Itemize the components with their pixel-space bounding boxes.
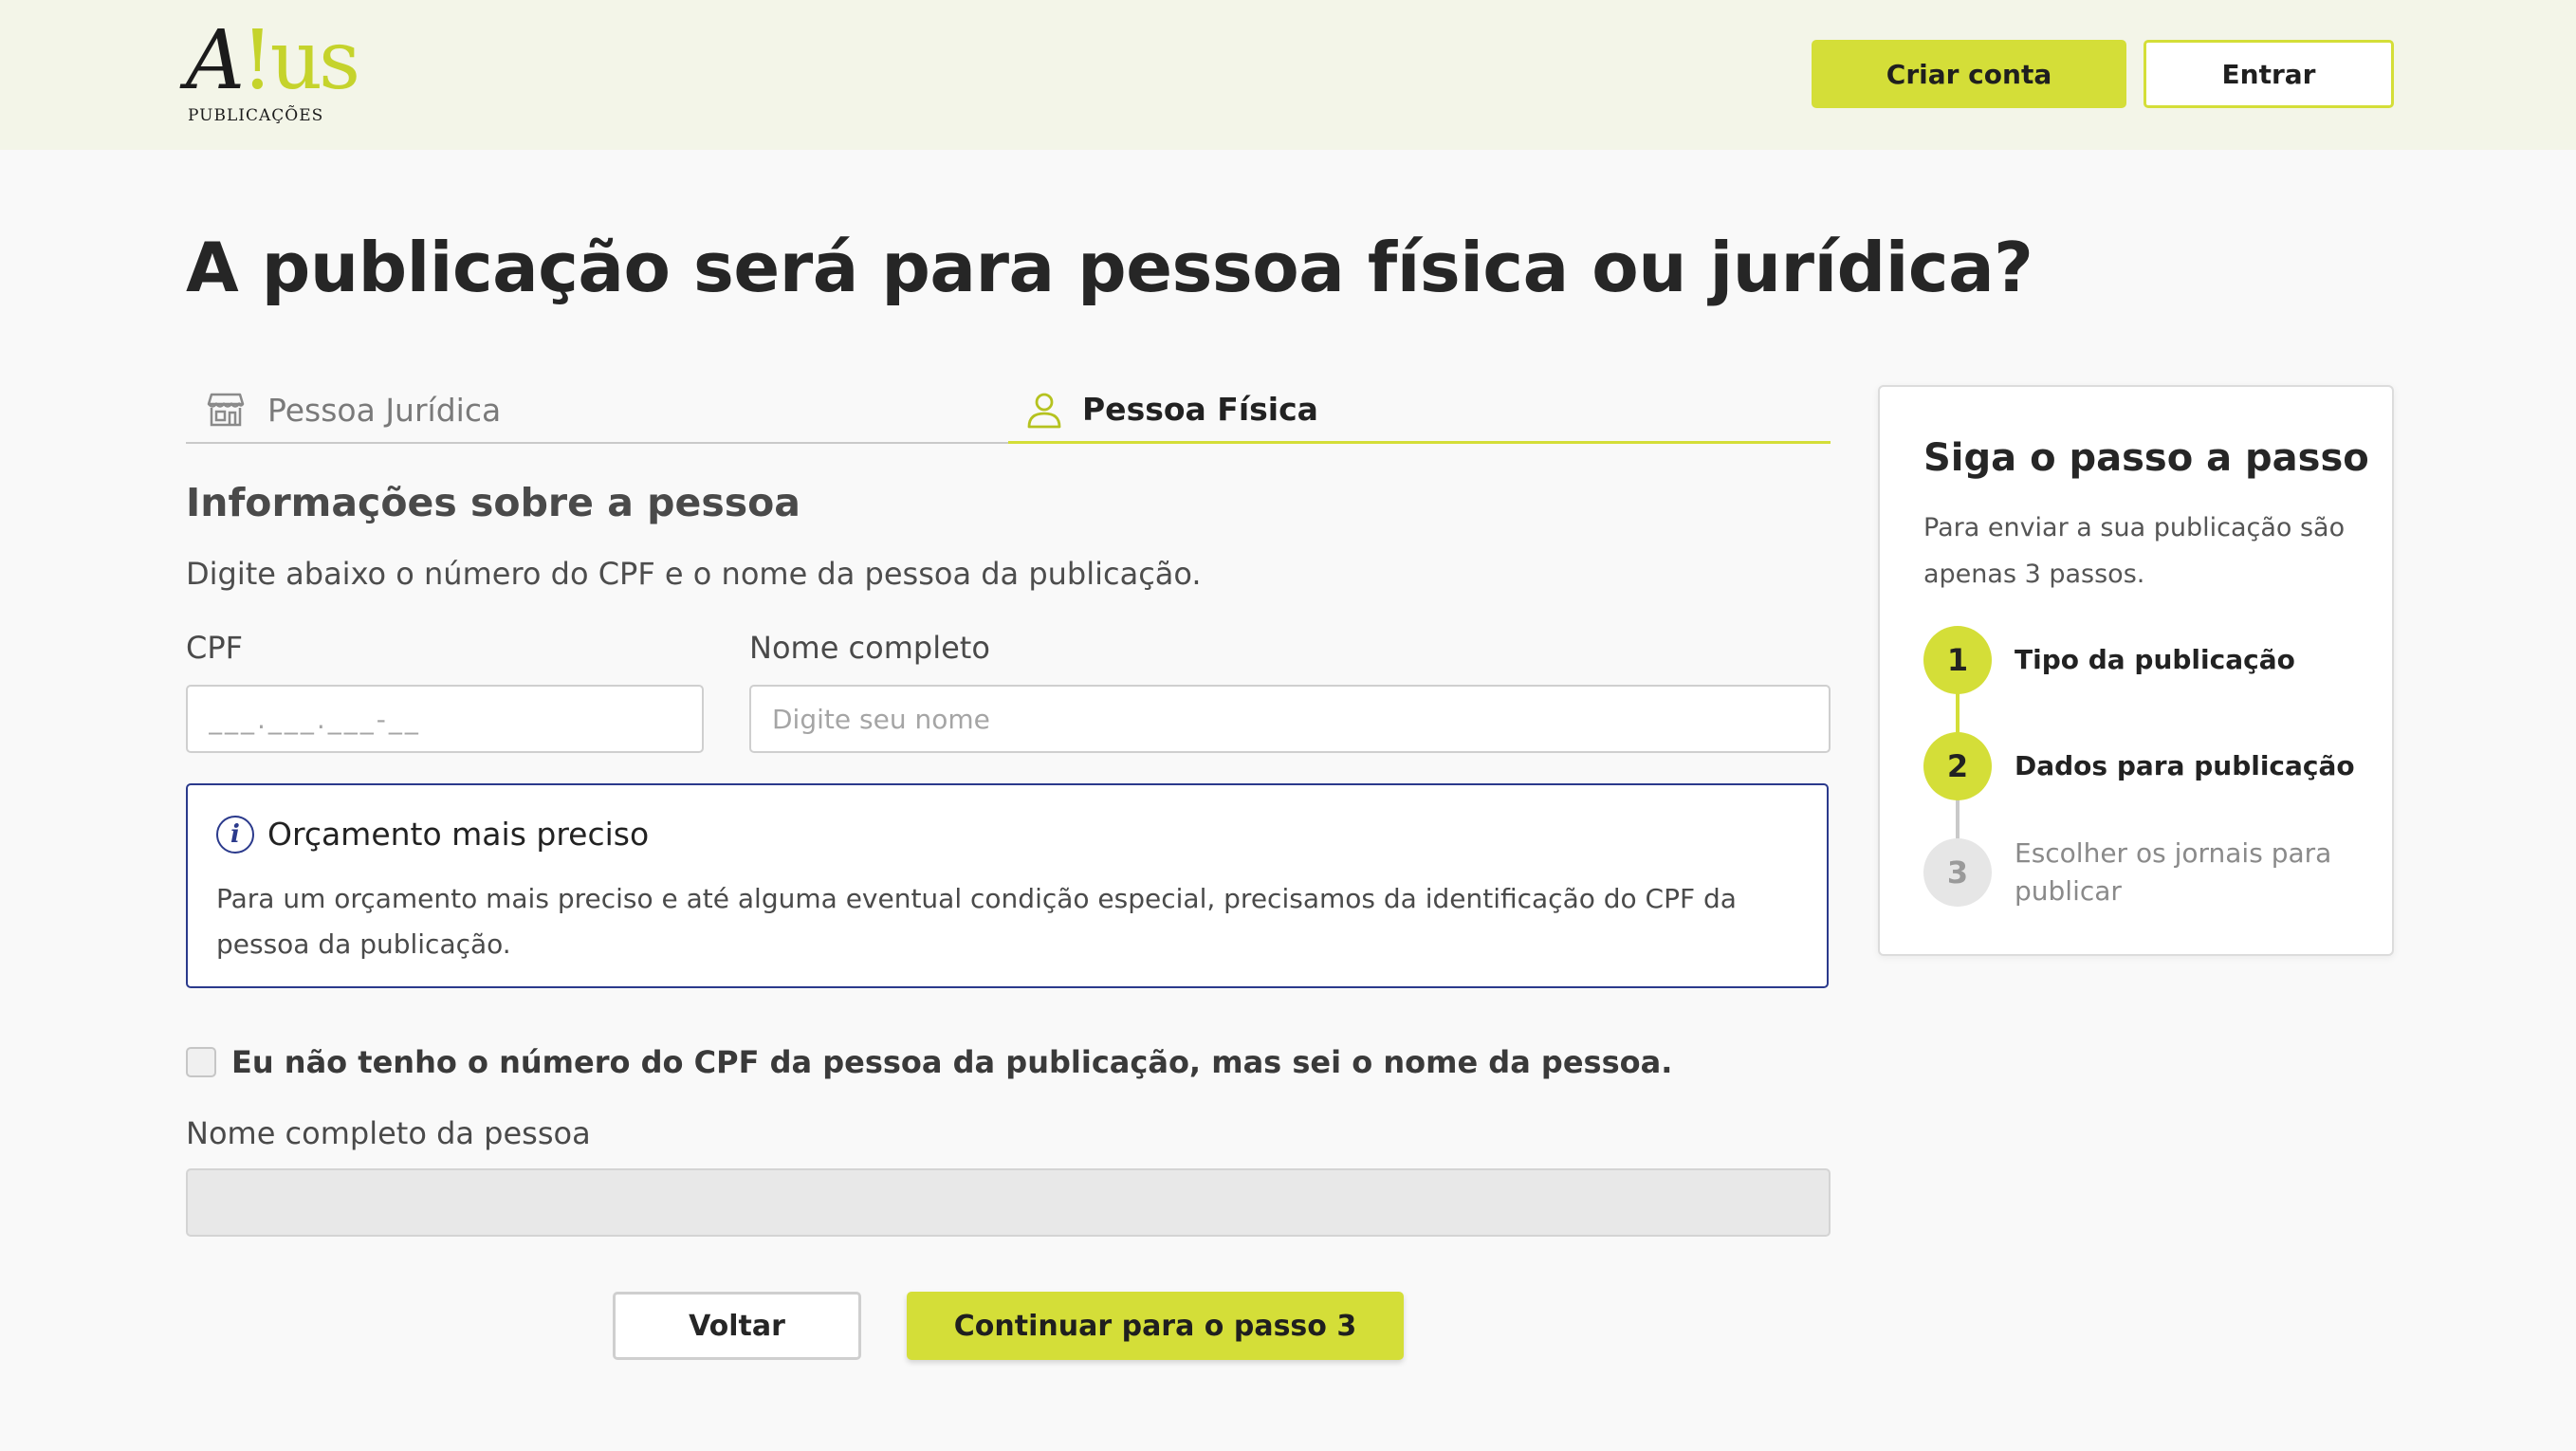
person-name-label: Nome completo da pessoa bbox=[186, 1115, 591, 1151]
steps-card-description: Para enviar a sua publicação são apenas … bbox=[1923, 513, 2346, 589]
tab-label: Pessoa Física bbox=[1082, 391, 1318, 428]
full-name-label: Nome completo bbox=[749, 630, 990, 666]
steps-card-title: Siga o passo a passo bbox=[1923, 436, 2369, 480]
step-connector bbox=[1956, 799, 1960, 844]
section-title: Informações sobre a pessoa bbox=[186, 480, 800, 525]
step-label: Dados para publicação bbox=[2015, 750, 2355, 781]
step-number-badge: 1 bbox=[1923, 626, 1992, 694]
person-name-input-disabled bbox=[186, 1168, 1831, 1237]
back-button[interactable]: Voltar bbox=[613, 1292, 861, 1360]
step-number-badge: 3 bbox=[1923, 838, 1992, 907]
store-icon bbox=[207, 393, 245, 427]
no-cpf-checkbox[interactable] bbox=[186, 1047, 216, 1077]
logo-subtitle: PUBLICAÇÕES bbox=[188, 106, 324, 125]
full-name-input[interactable] bbox=[749, 685, 1831, 753]
top-header: A!us PUBLICAÇÕES Criar conta Entrar bbox=[0, 0, 2576, 150]
person-icon bbox=[1027, 393, 1061, 428]
section-description: Digite abaixo o número do CPF e o nome d… bbox=[186, 556, 1202, 592]
tab-label: Pessoa Jurídica bbox=[267, 391, 502, 429]
info-text: Para um orçamento mais preciso e até alg… bbox=[216, 883, 1737, 960]
no-cpf-checkbox-label[interactable]: Eu não tenho o número do CPF da pessoa d… bbox=[231, 1044, 1672, 1080]
cpf-label: CPF bbox=[186, 630, 244, 666]
brand-logo[interactable]: A!us PUBLICAÇÕES bbox=[186, 17, 360, 129]
step-label: Escolher os jornais para publicar bbox=[2015, 837, 2332, 907]
login-button[interactable]: Entrar bbox=[2144, 40, 2394, 108]
no-cpf-option[interactable]: Eu não tenho o número do CPF da pessoa d… bbox=[186, 1043, 1672, 1081]
create-account-button[interactable]: Criar conta bbox=[1812, 40, 2126, 108]
step-number-badge: 2 bbox=[1923, 732, 1992, 800]
steps-card: Siga o passo a passo Para enviar a sua p… bbox=[1878, 385, 2394, 956]
person-type-tabs: Pessoa Jurídica Pessoa Física bbox=[186, 377, 1831, 444]
cpf-input[interactable] bbox=[186, 685, 704, 753]
page-title: A publicação será para pessoa física ou … bbox=[186, 228, 2033, 307]
continue-button[interactable]: Continuar para o passo 3 bbox=[907, 1292, 1404, 1360]
step-connector bbox=[1956, 692, 1960, 738]
logo-mark: A!us bbox=[186, 13, 360, 108]
tab-pessoa-juridica[interactable]: Pessoa Jurídica bbox=[186, 377, 1008, 444]
step-label: Tipo da publicação bbox=[2015, 644, 2295, 675]
info-box: i Orçamento mais preciso Para um orçamen… bbox=[186, 783, 1829, 988]
info-title: Orçamento mais preciso bbox=[267, 816, 650, 853]
info-icon: i bbox=[216, 816, 254, 854]
tab-pessoa-fisica[interactable]: Pessoa Física bbox=[1008, 377, 1831, 444]
